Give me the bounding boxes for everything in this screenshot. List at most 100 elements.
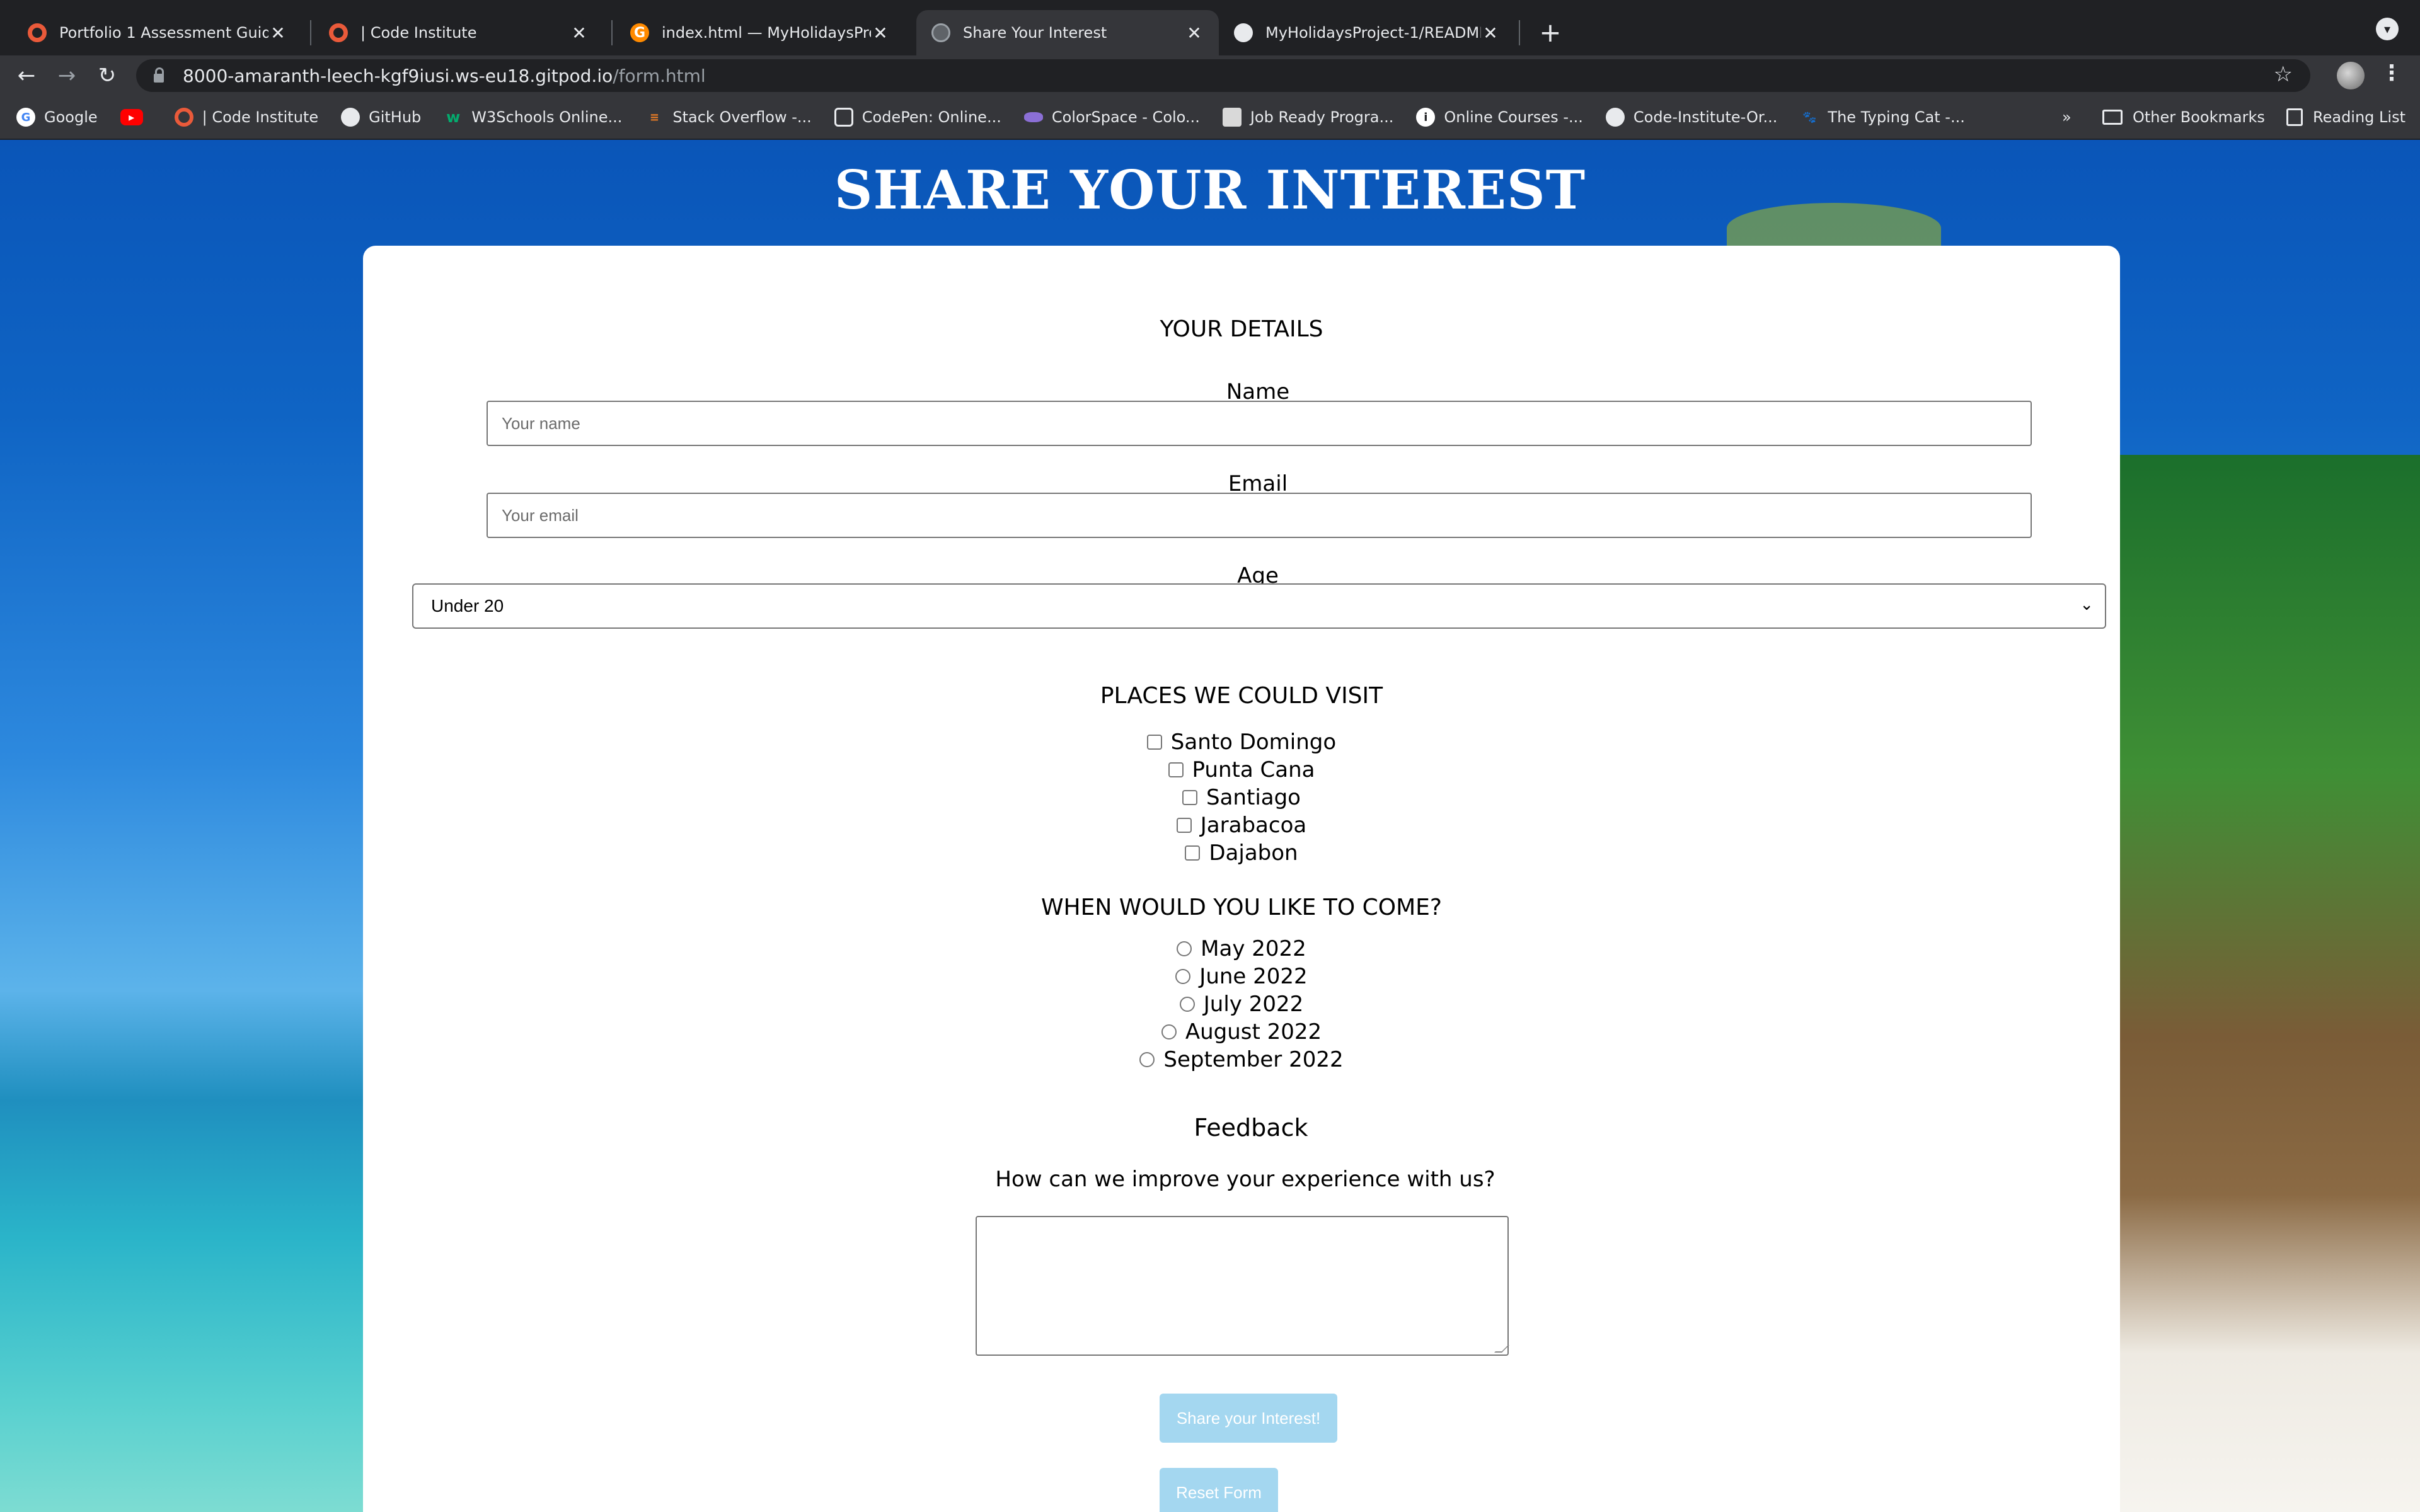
github-icon	[1605, 108, 1625, 127]
email-input[interactable]	[487, 493, 2032, 538]
date-label: June 2022	[1199, 964, 1308, 989]
globe-icon	[931, 23, 950, 42]
places-heading: PLACES WE COULD VISIT	[1100, 683, 1383, 709]
close-icon[interactable]: ✕	[268, 23, 287, 43]
close-icon[interactable]: ✕	[1481, 23, 1500, 43]
bookmark-label: | Code Institute	[202, 108, 319, 126]
other-bookmarks[interactable]: Other Bookmarks	[2102, 108, 2265, 126]
radio-button[interactable]	[1139, 1052, 1155, 1067]
resize-grip-icon[interactable]	[1494, 1345, 1509, 1353]
bookmark-online-courses[interactable]: i Online Courses -...	[1416, 108, 1583, 127]
w3schools-icon: w	[446, 108, 461, 126]
checkbox[interactable]	[1146, 735, 1162, 750]
reading-list[interactable]: Reading List	[2286, 108, 2406, 126]
date-option-august[interactable]: August 2022	[363, 1019, 2120, 1045]
bookmark-google[interactable]: G Google	[16, 108, 98, 127]
radio-button[interactable]	[1177, 941, 1192, 956]
code-institute-icon	[329, 23, 348, 42]
bookmark-job-ready[interactable]: Job Ready Progra...	[1222, 108, 1393, 127]
bookmark-w3schools[interactable]: w W3Schools Online...	[444, 108, 622, 127]
tab-separator	[611, 20, 613, 45]
reading-list-icon	[2286, 108, 2303, 126]
date-option-september[interactable]: September 2022	[363, 1047, 2120, 1072]
bookmark-label: CodePen: Online...	[861, 108, 1001, 126]
close-icon[interactable]: ✕	[871, 23, 890, 43]
place-option-santo-domingo[interactable]: Santo Domingo	[363, 730, 2120, 755]
date-option-july[interactable]: July 2022	[363, 992, 2120, 1017]
feedback-textarea[interactable]	[976, 1216, 1509, 1356]
place-option-jarabacoa[interactable]: Jarabacoa	[363, 813, 2120, 838]
age-select[interactable]: Under 20 ⌄	[412, 583, 2106, 629]
bookmark-label: Stack Overflow -...	[672, 108, 812, 126]
bookmark-label: W3Schools Online...	[471, 108, 623, 126]
close-icon[interactable]: ✕	[570, 23, 589, 43]
bookmark-star-icon[interactable]: ☆	[2274, 62, 2293, 87]
bookmark-label: Online Courses -...	[1444, 108, 1583, 126]
new-tab-button[interactable]: +	[1531, 15, 1569, 53]
page-title: SHARE YOUR INTEREST	[834, 159, 1586, 221]
submit-button[interactable]: Share your Interest!	[1160, 1394, 1337, 1443]
url-host: 8000-amaranth-leech-kgf9iusi.ws-eu18.git…	[183, 65, 613, 86]
github-icon	[1234, 23, 1253, 42]
place-option-santiago[interactable]: Santiago	[363, 785, 2120, 810]
place-label: Santiago	[1206, 785, 1301, 810]
date-label: August 2022	[1185, 1019, 1322, 1045]
date-label: July 2022	[1203, 992, 1304, 1017]
place-option-punta-cana[interactable]: Punta Cana	[363, 757, 2120, 782]
bookmark-youtube[interactable]: ▸	[120, 109, 152, 125]
bookmark-label: The Typing Cat -...	[1828, 108, 1965, 126]
tab-share-your-interest[interactable]: Share Your Interest ✕	[916, 10, 1219, 55]
date-option-june[interactable]: June 2022	[363, 964, 2120, 989]
forward-icon[interactable]: →	[52, 60, 82, 91]
bookmark-stackoverflow[interactable]: ≡ Stack Overflow -...	[645, 108, 812, 127]
bookmark-colorspace[interactable]: ColorSpace - Colo...	[1023, 108, 1200, 126]
checkbox[interactable]	[1176, 818, 1192, 833]
bookmark-code-institute-org[interactable]: Code-Institute-Or...	[1605, 108, 1777, 127]
radio-button[interactable]	[1175, 969, 1191, 984]
browser-menu-icon[interactable]: ⋮	[2381, 60, 2402, 86]
gitpod-icon: G	[630, 23, 649, 42]
details-heading: YOUR DETAILS	[1160, 316, 1323, 342]
radio-button[interactable]	[1161, 1024, 1177, 1040]
tab-index-html[interactable]: G index.html — MyHolidaysProje ✕	[615, 10, 905, 55]
date-label: May 2022	[1201, 936, 1306, 961]
reset-button[interactable]: Reset Form	[1160, 1468, 1278, 1512]
youtube-icon: ▸	[120, 109, 143, 125]
reading-list-label: Reading List	[2313, 108, 2406, 126]
address-bar[interactable]: 8000-amaranth-leech-kgf9iusi.ws-eu18.git…	[136, 59, 2310, 92]
bookmark-label: GitHub	[369, 108, 422, 126]
tab-portfolio-guide[interactable]: Portfolio 1 Assessment Guide | ✕	[13, 10, 302, 55]
stackoverflow-icon: ≡	[649, 110, 659, 124]
profile-avatar[interactable]	[2337, 62, 2365, 89]
page-viewport: SHARE YOUR INTEREST YOUR DETAILS Name Em…	[0, 140, 2420, 1512]
bookmark-label: Google	[44, 108, 98, 126]
tab-separator	[1519, 20, 1520, 45]
tab-title: | Code Institute	[360, 24, 477, 42]
tab-search-icon[interactable]: ▾	[2376, 18, 2399, 40]
tab-code-institute[interactable]: | Code Institute ✕	[314, 10, 604, 55]
code-institute-icon	[174, 108, 193, 127]
bookmark-codepen[interactable]: CodePen: Online...	[834, 108, 1001, 127]
bookmark-code-institute[interactable]: | Code Institute	[174, 108, 319, 127]
place-label: Punta Cana	[1192, 757, 1315, 782]
colorspace-icon	[1023, 112, 1043, 122]
google-icon: G	[16, 108, 35, 127]
radio-button[interactable]	[1179, 997, 1195, 1012]
date-option-may[interactable]: May 2022	[363, 936, 2120, 961]
place-option-dajabon[interactable]: Dajabon	[363, 840, 2120, 866]
checkbox[interactable]	[1168, 762, 1184, 777]
checkbox[interactable]	[1185, 845, 1201, 861]
bookmarks-overflow-button[interactable]: »	[2062, 108, 2071, 126]
place-label: Dajabon	[1209, 840, 1298, 866]
reload-icon[interactable]: ↻	[92, 60, 122, 91]
checkbox[interactable]	[1182, 790, 1198, 805]
online-courses-icon: i	[1416, 108, 1436, 127]
bookmark-typing-cat[interactable]: 🐾 The Typing Cat -...	[1800, 108, 1965, 127]
back-icon[interactable]: ←	[11, 60, 42, 91]
url-path: /form.html	[613, 65, 706, 86]
name-input[interactable]	[487, 401, 2032, 446]
tab-title: Share Your Interest	[963, 24, 1107, 42]
close-icon[interactable]: ✕	[1185, 23, 1204, 43]
bookmark-github[interactable]: GitHub	[341, 108, 421, 127]
tab-readme[interactable]: MyHolidaysProject-1/README. ✕	[1219, 10, 1515, 55]
